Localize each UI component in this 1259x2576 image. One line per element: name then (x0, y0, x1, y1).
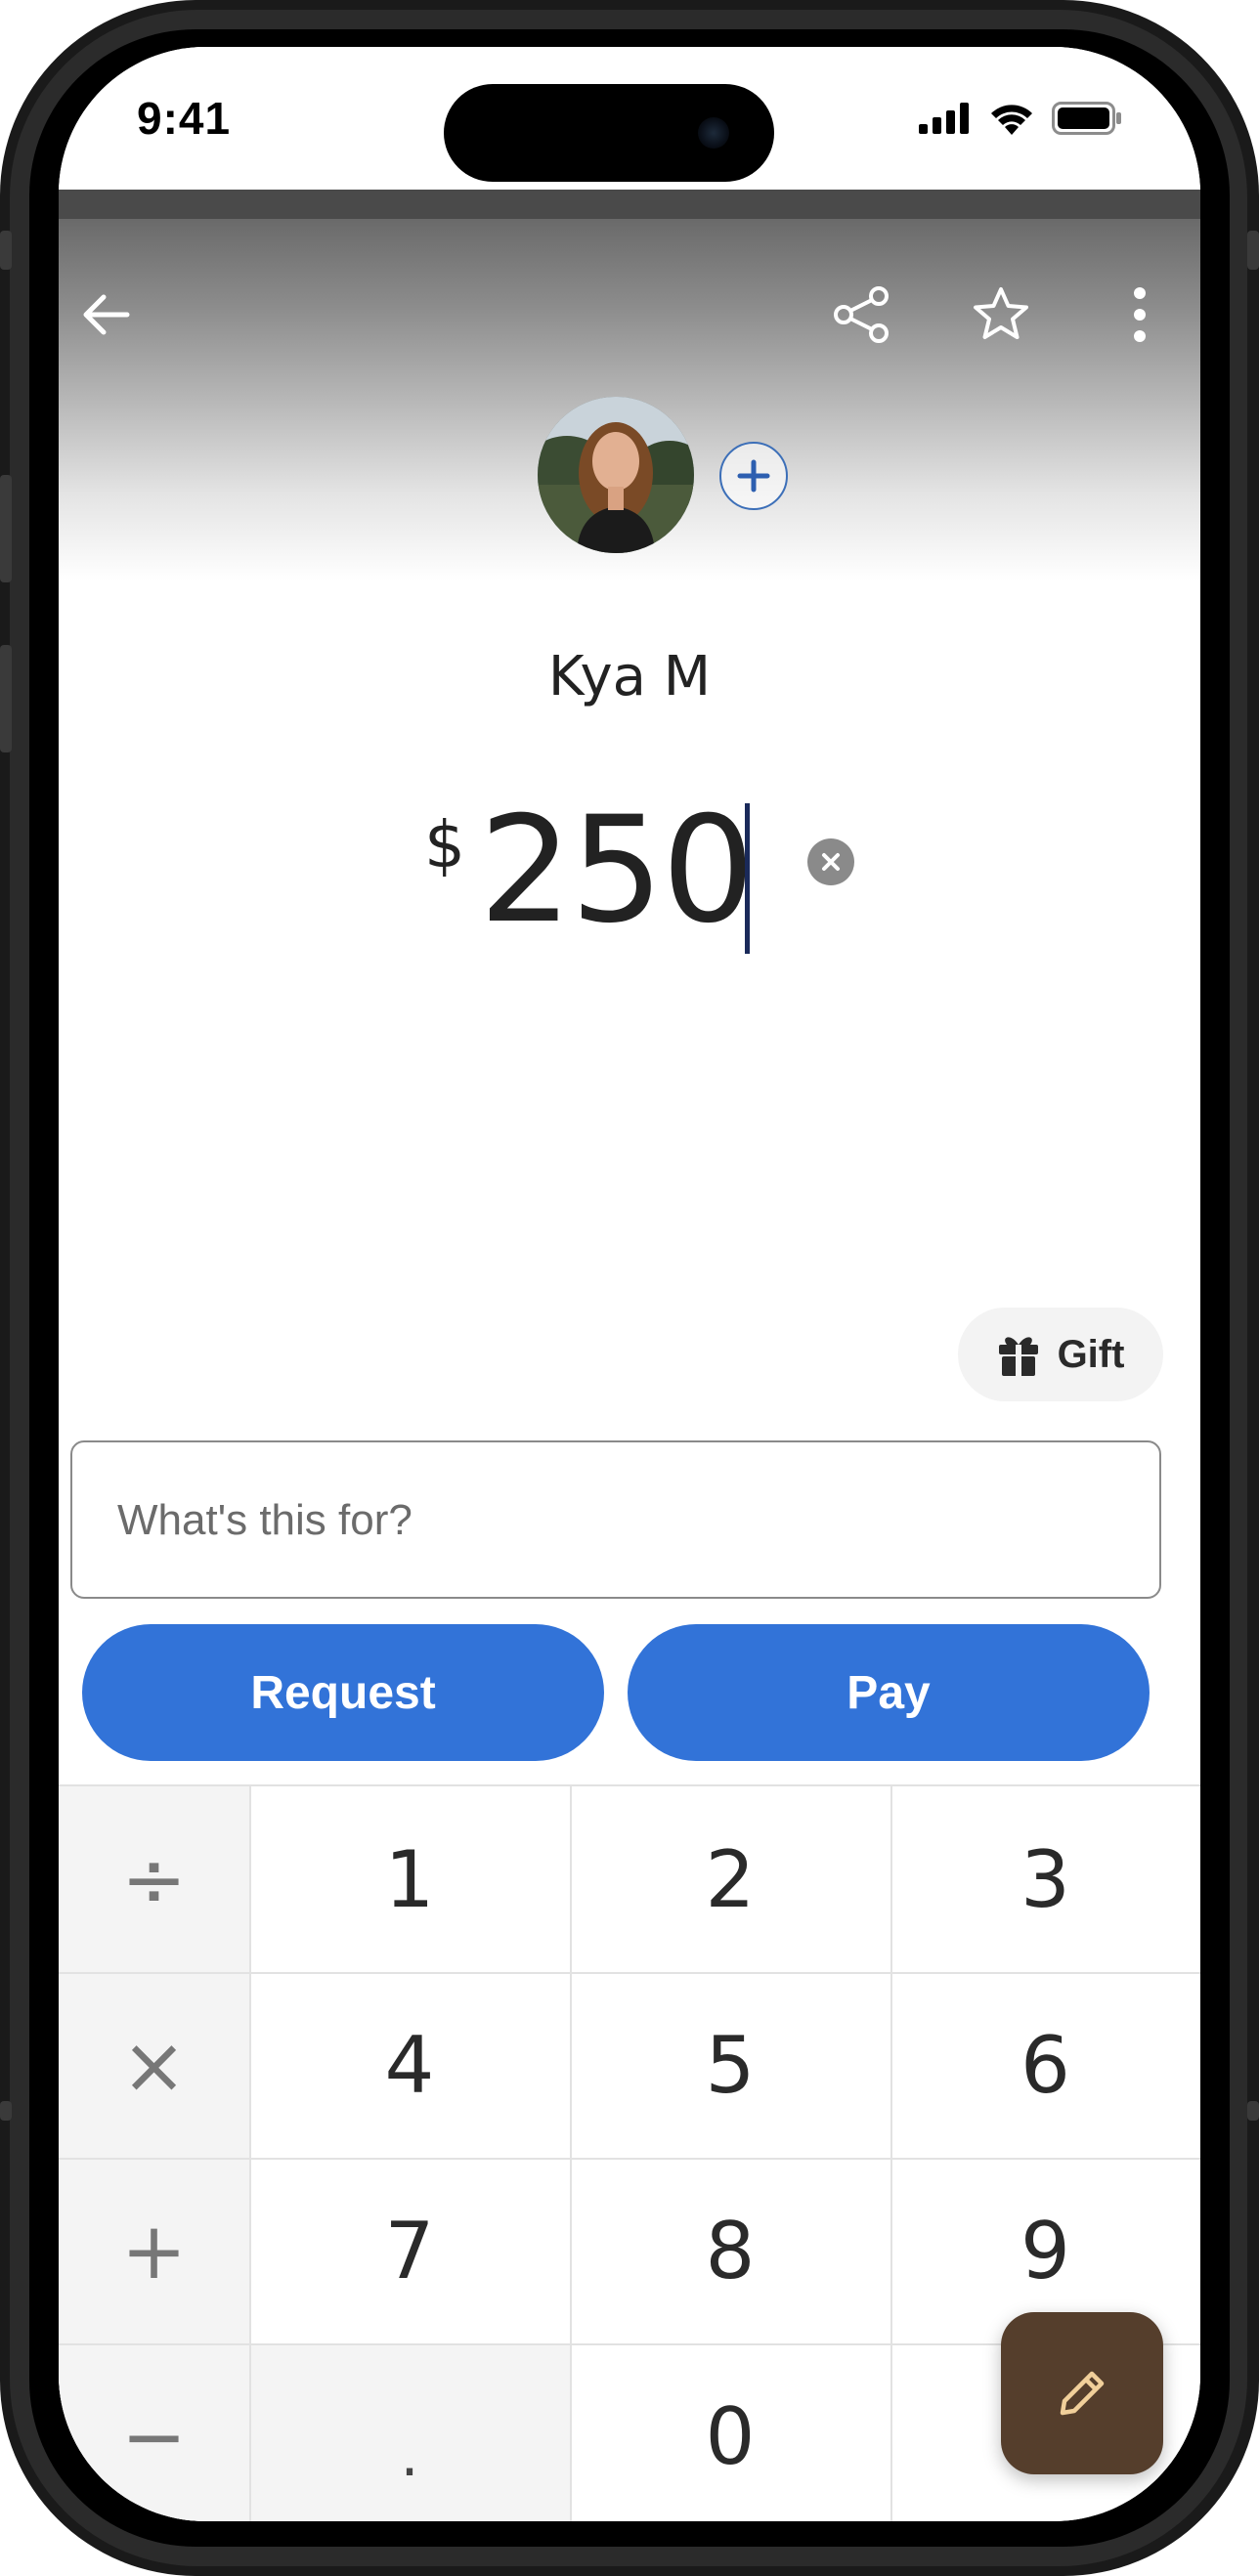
clear-circle-icon (822, 853, 840, 871)
camera-icon (698, 117, 729, 149)
digit-key-8[interactable]: 8 (570, 2158, 890, 2343)
app-screen: 9:41 Kya M $ 250 Gift What's this for? R… (59, 47, 1200, 2521)
digit-key-7[interactable]: 7 (249, 2158, 570, 2343)
digit-key-1[interactable]: 1 (249, 1786, 570, 1972)
amount-display[interactable]: $ 250 (59, 770, 1200, 966)
side-button (0, 645, 12, 752)
arrow-left-icon (83, 294, 130, 335)
side-button (0, 475, 12, 582)
plus-circle-icon (737, 459, 770, 493)
currency-symbol: $ (424, 807, 465, 882)
gift-label: Gift (1057, 1332, 1125, 1376)
status-icons (919, 102, 1122, 135)
recipient-avatar[interactable] (538, 397, 694, 553)
clear-amount-button[interactable] (807, 838, 854, 885)
request-button[interactable]: Request (82, 1624, 604, 1761)
keypad-divider (249, 1786, 251, 2521)
decimal-key[interactable]: . (249, 2343, 570, 2521)
keypad-divider (570, 1786, 572, 2521)
pay-button[interactable]: Pay (628, 1624, 1150, 1761)
add-recipient-button[interactable] (719, 442, 788, 510)
recipient-name: Kya M (547, 645, 712, 708)
digit-key-5[interactable]: 5 (570, 1972, 890, 2158)
share-button[interactable] (823, 276, 901, 354)
edit-fab-button[interactable] (1001, 2312, 1163, 2474)
status-time: 9:41 (137, 93, 232, 144)
gift-button[interactable]: Gift (958, 1308, 1163, 1401)
multiply-key[interactable]: × (59, 1972, 249, 2158)
digit-key-4[interactable]: 4 (249, 1972, 570, 2158)
wifi-icon (991, 105, 1032, 135)
keypad-divider (59, 1972, 1200, 1974)
note-field-container (70, 1440, 1161, 1599)
pencil-icon (1060, 2371, 1105, 2416)
star-outline-icon (974, 287, 1028, 339)
note-input[interactable] (115, 1442, 1116, 1599)
more-options-button[interactable] (1101, 276, 1179, 354)
status-bar: 9:41 (59, 47, 1200, 190)
side-button (0, 231, 12, 270)
digit-key-6[interactable]: 6 (890, 1972, 1200, 2158)
digit-key-0[interactable]: 0 (570, 2343, 890, 2521)
add-key[interactable]: + (59, 2158, 249, 2343)
subtract-key[interactable]: − (59, 2343, 249, 2521)
dynamic-island (444, 84, 774, 182)
digit-key-2[interactable]: 2 (570, 1786, 890, 1972)
amount-value: 250 (479, 786, 755, 956)
keypad-divider (890, 1786, 892, 2521)
back-button[interactable] (66, 276, 145, 354)
digit-key-3[interactable]: 3 (890, 1786, 1200, 1972)
favorite-button[interactable] (962, 276, 1040, 354)
header-top-strip (59, 190, 1200, 219)
side-button (1247, 2101, 1259, 2121)
battery-icon (1052, 102, 1121, 135)
keypad-divider (59, 2158, 1200, 2160)
side-button (0, 2101, 12, 2121)
gift-icon (998, 1337, 1038, 1376)
side-button (1247, 231, 1259, 270)
avatar-photo (538, 397, 694, 553)
more-vertical-icon (1134, 287, 1146, 342)
divide-key[interactable]: ÷ (59, 1786, 249, 1972)
cellular-signal-icon (919, 103, 969, 134)
share-icon (834, 286, 889, 343)
text-cursor (745, 803, 750, 954)
